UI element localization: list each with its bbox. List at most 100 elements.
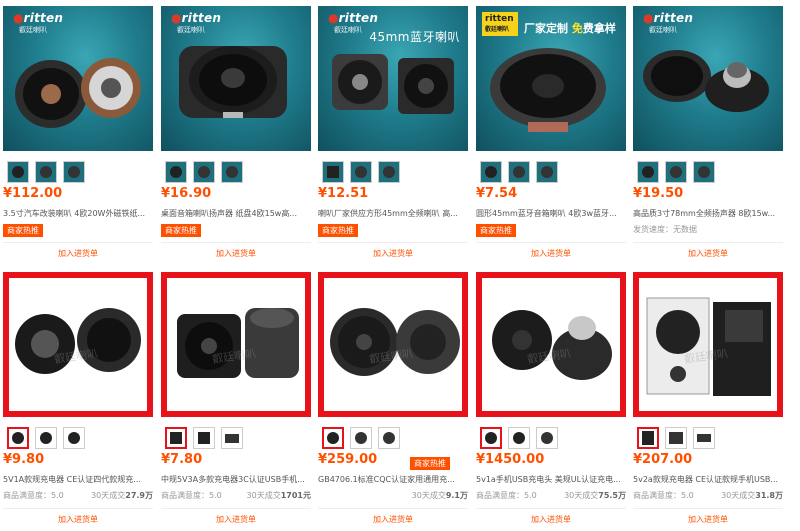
- product-title[interactable]: 5v2a款规充电器 CE认证款规手机USB...: [633, 474, 781, 485]
- divider: [318, 242, 468, 243]
- product-title[interactable]: 桌面音箱喇叭扬声器 纸盘4欧15w高...: [161, 208, 309, 219]
- divider: [476, 242, 626, 243]
- sales-stats: 商品满意度：5.0 30天成交27.9万: [3, 490, 153, 501]
- product-image[interactable]: ●ritten 叡廷喇叭: [3, 6, 153, 151]
- speaker-image: [177, 308, 299, 378]
- add-to-list-button[interactable]: 加入进货单: [3, 514, 153, 525]
- delivery-speed: 发货速度：无数据: [633, 225, 697, 234]
- product-image[interactable]: 叡廷喇叭: [161, 272, 311, 417]
- satisfaction-score: 商品满意度：5.0: [3, 491, 64, 500]
- thumbnail[interactable]: [221, 161, 243, 183]
- thumbnail[interactable]: [322, 427, 344, 449]
- product-image[interactable]: ●ritten 叡廷喇叭 45mm蓝牙喇叭: [318, 6, 468, 151]
- thumbnail[interactable]: [693, 427, 715, 449]
- sales-label: 30天成交: [564, 491, 599, 500]
- add-to-list-button[interactable]: 加入进货单: [161, 248, 311, 259]
- divider: [161, 508, 311, 509]
- thumbnail[interactable]: [350, 427, 372, 449]
- product-price: ¥7.54: [476, 186, 518, 201]
- add-to-list-button[interactable]: 加入进货单: [318, 514, 468, 525]
- hot-badge: 商家热推: [318, 224, 358, 237]
- add-to-list-button[interactable]: 加入进货单: [476, 514, 626, 525]
- divider: [161, 242, 311, 243]
- product-image[interactable]: 叡廷喇叭: [476, 272, 626, 417]
- thumbnail[interactable]: [665, 161, 687, 183]
- speaker-image: [330, 308, 460, 376]
- thumbnail[interactable]: [480, 161, 502, 183]
- hot-badge: 商家热推: [476, 224, 516, 237]
- product-title[interactable]: 喇叭厂家供应方形45mm全频喇叭 高...: [318, 208, 466, 219]
- thumbnail[interactable]: [536, 427, 558, 449]
- thumbnail[interactable]: [63, 161, 85, 183]
- thumbnail[interactable]: [350, 161, 372, 183]
- product-grid: ●ritten 叡廷喇叭 ¥112.00 3.5寸汽车改装喇叭 4欧20W外磁铁…: [0, 0, 800, 531]
- hot-badge: 商家热推: [410, 457, 450, 470]
- thumbnail[interactable]: [508, 161, 530, 183]
- product-price: ¥1450.00: [476, 452, 545, 467]
- product-title[interactable]: GB4706.1标准CQC认证家用通用充...: [318, 474, 466, 485]
- sales-label: 30天成交: [411, 491, 446, 500]
- add-to-list-button[interactable]: 加入进货单: [318, 248, 468, 259]
- product-image[interactable]: ●ritten 叡廷喇叭: [161, 6, 311, 151]
- thumbnail[interactable]: [35, 161, 57, 183]
- add-to-list-button[interactable]: 加入进货单: [3, 248, 153, 259]
- thumbnail[interactable]: [637, 427, 659, 449]
- thumbnail[interactable]: [7, 161, 29, 183]
- thumbnail[interactable]: [35, 427, 57, 449]
- speaker-image: [490, 48, 606, 132]
- thumbnail[interactable]: [165, 427, 187, 449]
- thumbnail[interactable]: [63, 427, 85, 449]
- thumbnail[interactable]: [221, 427, 243, 449]
- product-price: ¥16.90: [161, 186, 212, 201]
- thumbnail[interactable]: [165, 161, 187, 183]
- speaker-image: [646, 297, 771, 396]
- product-title[interactable]: 中规5V3A多款充电器3C认证USB手机...: [161, 474, 309, 485]
- thumbnail[interactable]: [378, 427, 400, 449]
- product-title[interactable]: 5V1A款规充电器 CE认证四代款规充...: [3, 474, 151, 485]
- add-to-list-button[interactable]: 加入进货单: [476, 248, 626, 259]
- product-price: ¥207.00: [633, 452, 693, 467]
- speaker-image: [179, 46, 287, 118]
- product-price: ¥7.80: [161, 452, 203, 467]
- thumbnail[interactable]: [637, 161, 659, 183]
- add-to-list-button[interactable]: 加入进货单: [633, 514, 783, 525]
- thumbnail[interactable]: [378, 161, 400, 183]
- satisfaction-score: 商品满意度：5.0: [161, 491, 222, 500]
- thumbnail[interactable]: [665, 427, 687, 449]
- speaker-image: [643, 50, 769, 112]
- divider: [633, 242, 783, 243]
- thumbnail[interactable]: [508, 427, 530, 449]
- sales-stats: 商品满意度：5.0 30天成交31.8万: [633, 490, 783, 501]
- product-image[interactable]: ●ritten 叡廷喇叭: [633, 6, 783, 151]
- divider: [476, 508, 626, 509]
- product-price: ¥112.00: [3, 186, 63, 201]
- thumbnail[interactable]: [536, 161, 558, 183]
- product-title[interactable]: 圆形45mm蓝牙音箱喇叭 4欧3w蓝牙...: [476, 208, 624, 219]
- sales-stats: 商品满意度：5.0 30天成交75.5万: [476, 490, 626, 501]
- product-title[interactable]: 3.5寸汽车改装喇叭 4欧20W外磁铁纸...: [3, 208, 151, 219]
- product-price: ¥19.50: [633, 186, 684, 201]
- satisfaction-score: 商品满意度：5.0: [633, 491, 694, 500]
- divider: [3, 508, 153, 509]
- product-image[interactable]: 叡廷喇叭: [318, 272, 468, 417]
- thumbnail[interactable]: [480, 427, 502, 449]
- add-to-list-button[interactable]: 加入进货单: [161, 514, 311, 525]
- product-price: ¥12.51: [318, 186, 369, 201]
- hot-badge: 商家热推: [3, 224, 43, 237]
- sales-value: 27.9万: [125, 491, 153, 500]
- product-image[interactable]: 叡廷喇叭: [3, 272, 153, 417]
- product-title[interactable]: 5v1a手机USB充电头 美规UL认证充电...: [476, 474, 624, 485]
- thumbnail[interactable]: [322, 161, 344, 183]
- thumbnail[interactable]: [693, 161, 715, 183]
- product-image[interactable]: 叡廷喇叭: [633, 272, 783, 417]
- product-title[interactable]: 高品质3寸78mm全频扬声器 8欧15w...: [633, 208, 781, 219]
- divider: [3, 242, 153, 243]
- sales-value: 31.8万: [755, 491, 783, 500]
- speaker-image: [492, 310, 612, 380]
- thumbnail[interactable]: [193, 161, 215, 183]
- thumbnail[interactable]: [193, 427, 215, 449]
- product-image[interactable]: ritten 叡廷喇叭 厂家定制 免费拿样: [476, 6, 626, 151]
- sales-value: 9.1万: [445, 491, 468, 500]
- thumbnail[interactable]: [7, 427, 29, 449]
- add-to-list-button[interactable]: 加入进货单: [633, 248, 783, 259]
